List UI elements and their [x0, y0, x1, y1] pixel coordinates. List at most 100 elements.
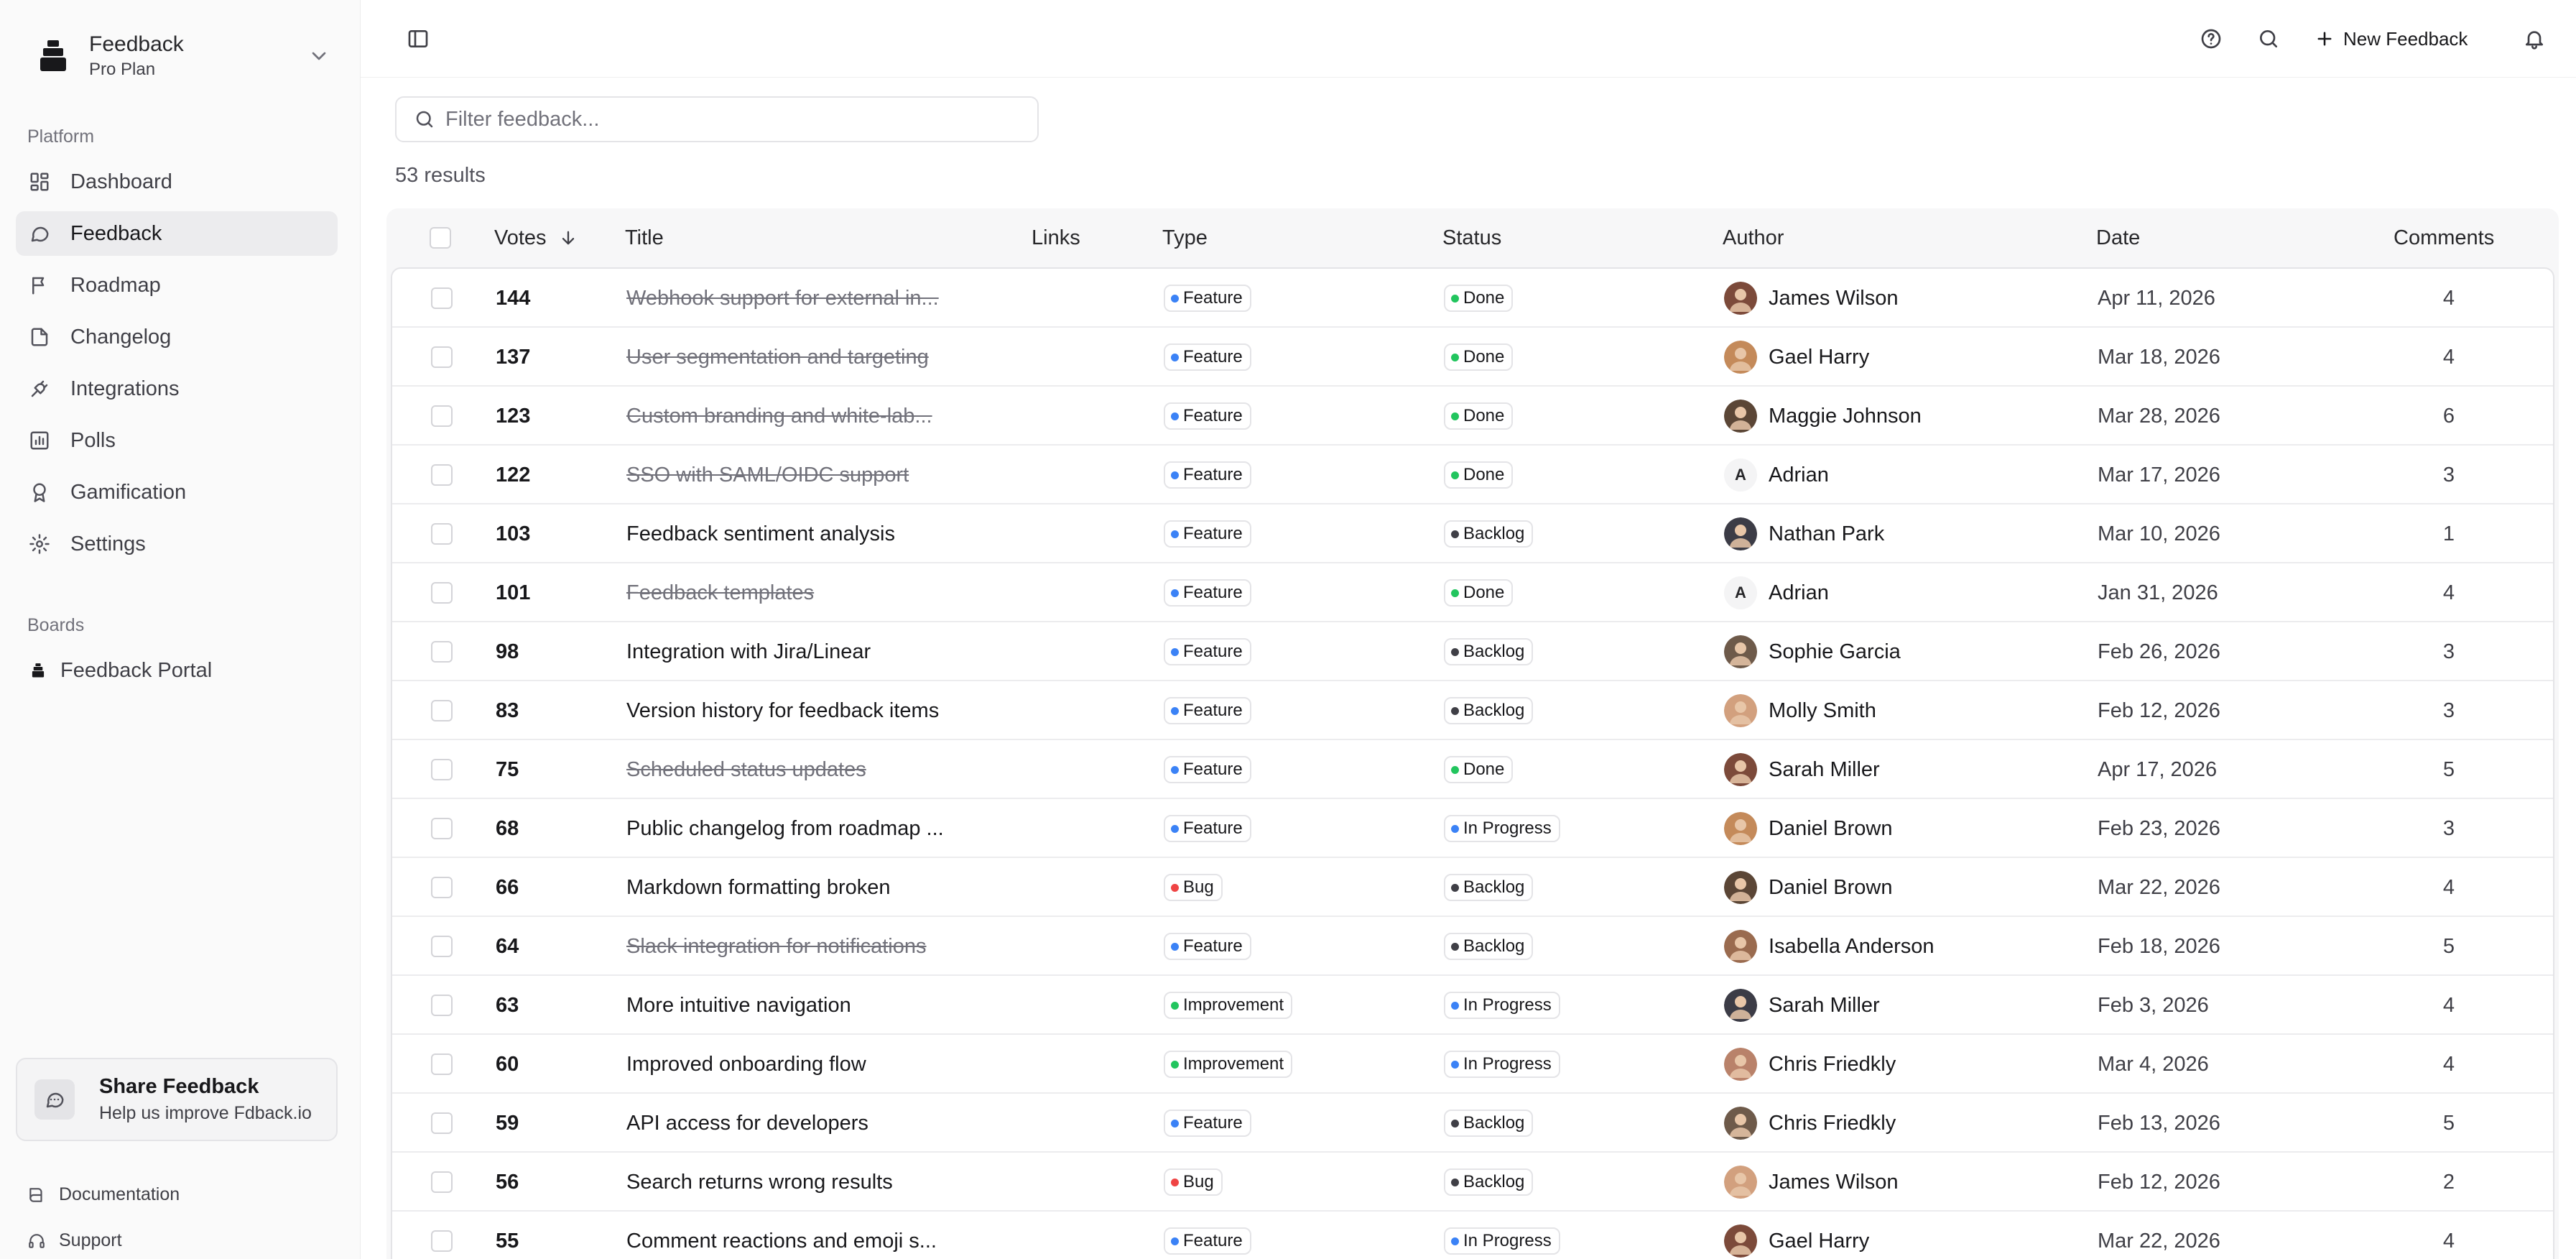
table-row[interactable]: 98 Integration with Jira/Linear Feature … [392, 622, 2553, 681]
status-badge[interactable]: Done [1444, 579, 1514, 607]
table-row[interactable]: 144 Webhook support for external in... F… [392, 269, 2553, 328]
status-badge[interactable]: Backlog [1444, 874, 1534, 901]
feedback-title[interactable]: Public changelog from roadmap ... [626, 799, 944, 858]
status-badge[interactable]: Backlog [1444, 638, 1534, 665]
feedback-title[interactable]: Webhook support for external in... [626, 269, 939, 328]
table-row[interactable]: 122 SSO with SAML/OIDC support Feature D… [392, 446, 2553, 504]
share-feedback-card[interactable]: Share Feedback Help us improve Fdback.io [16, 1058, 338, 1141]
status-badge[interactable]: In Progress [1444, 1227, 1560, 1255]
table-row[interactable]: 55 Comment reactions and emoji s... Feat… [392, 1212, 2553, 1259]
column-header-type[interactable]: Type [1162, 208, 1208, 267]
status-badge[interactable]: Backlog [1444, 520, 1534, 548]
row-checkbox[interactable] [431, 1230, 453, 1252]
feedback-title[interactable]: More intuitive navigation [626, 976, 851, 1035]
help-icon[interactable] [2197, 24, 2225, 53]
feedback-title[interactable]: Feedback sentiment analysis [626, 504, 895, 563]
feedback-title[interactable]: Custom branding and white-lab... [626, 387, 932, 446]
feedback-title[interactable]: Markdown formatting broken [626, 858, 891, 917]
board-item-feedback-portal[interactable]: Feedback Portal [16, 648, 338, 693]
table-row[interactable]: 137 User segmentation and targeting Feat… [392, 328, 2553, 387]
row-checkbox[interactable] [431, 936, 453, 957]
table-row[interactable]: 64 Slack integration for notifications F… [392, 917, 2553, 976]
row-checkbox[interactable] [431, 464, 453, 486]
table-row[interactable]: 56 Search returns wrong results Bug Back… [392, 1153, 2553, 1212]
status-badge[interactable]: Backlog [1444, 1110, 1534, 1137]
sidebar-item-settings[interactable]: Settings [16, 522, 338, 566]
table-row[interactable]: 75 Scheduled status updates Feature Done… [392, 740, 2553, 799]
column-header-links[interactable]: Links [1032, 208, 1080, 267]
sidebar-item-integrations[interactable]: Integrations [16, 366, 338, 411]
feedback-title[interactable]: Search returns wrong results [626, 1153, 893, 1212]
row-checkbox[interactable] [431, 641, 453, 663]
select-all-checkbox[interactable] [430, 227, 451, 249]
column-header-status[interactable]: Status [1442, 208, 1501, 267]
feedback-title[interactable]: Comment reactions and emoji s... [626, 1212, 937, 1259]
table-row[interactable]: 60 Improved onboarding flow Improvement … [392, 1035, 2553, 1094]
row-checkbox[interactable] [431, 405, 453, 427]
row-checkbox[interactable] [431, 759, 453, 780]
status-badge[interactable]: Done [1444, 461, 1514, 489]
feedback-title[interactable]: SSO with SAML/OIDC support [626, 446, 909, 504]
table-row[interactable]: 68 Public changelog from roadmap ... Fea… [392, 799, 2553, 858]
sidebar-item-changelog[interactable]: Changelog [16, 315, 338, 359]
sidebar-toggle-icon[interactable] [404, 24, 432, 53]
status-badge[interactable]: Done [1444, 756, 1514, 783]
column-header-comments[interactable]: Comments [2394, 208, 2494, 267]
sidebar-item-polls[interactable]: Polls [16, 418, 338, 463]
status-badge[interactable]: Done [1444, 343, 1514, 371]
feedback-title[interactable]: Scheduled status updates [626, 740, 866, 799]
row-checkbox[interactable] [431, 877, 453, 898]
status-badge[interactable]: Backlog [1444, 697, 1534, 724]
support-link[interactable]: Support [27, 1230, 122, 1251]
row-checkbox[interactable] [431, 1053, 453, 1075]
table-row[interactable]: 83 Version history for feedback items Fe… [392, 681, 2553, 740]
row-checkbox[interactable] [431, 582, 453, 604]
row-checkbox[interactable] [431, 700, 453, 721]
sidebar-item-feedback[interactable]: Feedback [16, 211, 338, 256]
sidebar-item-roadmap[interactable]: Roadmap [16, 263, 338, 308]
chevron-down-icon[interactable] [307, 45, 330, 68]
table-row[interactable]: 59 API access for developers Feature Bac… [392, 1094, 2553, 1153]
feedback-title[interactable]: User segmentation and targeting [626, 328, 929, 387]
status-badge[interactable]: In Progress [1444, 815, 1560, 842]
sidebar-item-dashboard[interactable]: Dashboard [16, 160, 338, 204]
status-badge[interactable]: Done [1444, 285, 1514, 312]
status-badge[interactable]: Backlog [1444, 933, 1534, 960]
table-row[interactable]: 103 Feedback sentiment analysis Feature … [392, 504, 2553, 563]
column-header-votes[interactable]: Votes [494, 208, 578, 267]
bell-icon[interactable] [2520, 24, 2549, 53]
type-cell: Feature [1164, 740, 1251, 799]
table-row[interactable]: 66 Markdown formatting broken Bug Backlo… [392, 858, 2553, 917]
row-checkbox[interactable] [431, 995, 453, 1016]
feedback-title[interactable]: Feedback templates [626, 563, 814, 622]
table-row[interactable]: 63 More intuitive navigation Improvement… [392, 976, 2553, 1035]
feedback-title[interactable]: Version history for feedback items [626, 681, 939, 740]
column-header-title[interactable]: Title [625, 208, 664, 267]
workspace-switcher[interactable]: Feedback Pro Plan [14, 19, 330, 93]
row-checkbox[interactable] [431, 523, 453, 545]
table-row[interactable]: 101 Feedback templates Feature Done A Ad… [392, 563, 2553, 622]
table-row[interactable]: 123 Custom branding and white-lab... Fea… [392, 387, 2553, 446]
sidebar-item-gamification[interactable]: Gamification [16, 470, 338, 515]
search-icon[interactable] [2254, 24, 2283, 53]
row-checkbox[interactable] [431, 818, 453, 839]
column-header-author[interactable]: Author [1723, 208, 1784, 267]
comments-count: 6 [2442, 404, 2455, 428]
new-feedback-button[interactable]: New Feedback [2315, 22, 2468, 56]
row-checkbox[interactable] [431, 287, 453, 309]
row-checkbox[interactable] [431, 1112, 453, 1134]
status-badge[interactable]: Backlog [1444, 1168, 1534, 1196]
column-header-date[interactable]: Date [2096, 208, 2140, 267]
status-badge[interactable]: Done [1444, 402, 1514, 430]
feedback-title[interactable]: Integration with Jira/Linear [626, 622, 871, 681]
documentation-link[interactable]: Documentation [27, 1184, 180, 1205]
row-checkbox[interactable] [431, 346, 453, 368]
row-checkbox[interactable] [431, 1171, 453, 1193]
feedback-title[interactable]: Improved onboarding flow [626, 1035, 866, 1094]
status-cell: In Progress [1444, 976, 1560, 1035]
feedback-title[interactable]: Slack integration for notifications [626, 917, 927, 976]
status-badge[interactable]: In Progress [1444, 992, 1560, 1019]
filter-input[interactable] [445, 107, 1020, 132]
status-badge[interactable]: In Progress [1444, 1051, 1560, 1078]
feedback-title[interactable]: API access for developers [626, 1094, 868, 1153]
